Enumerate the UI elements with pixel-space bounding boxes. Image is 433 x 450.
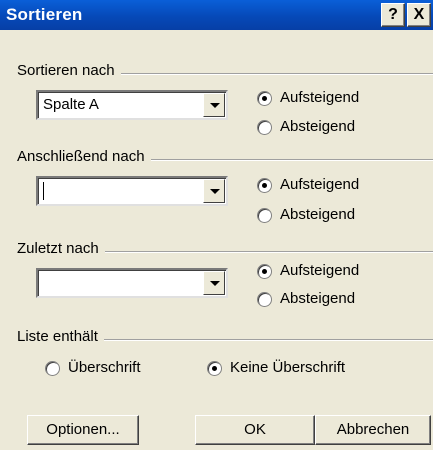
group-label-then-by: Anschließend nach (17, 148, 151, 165)
radio-unchecked-icon (257, 120, 272, 135)
ok-button[interactable]: OK (195, 415, 315, 445)
then-by-descending-label: Absteigend (280, 206, 356, 223)
radio-checked-icon (257, 178, 272, 193)
finally-by-ascending-label: Aufsteigend (280, 262, 360, 279)
no-header-label: Keine Überschrift (230, 359, 346, 376)
sort-by-field-select[interactable]: Spalte A (36, 90, 228, 120)
radio-checked-icon (257, 91, 272, 106)
group-label-sort-by: Sortieren nach (17, 62, 121, 79)
then-by-dropdown-arrow-icon[interactable] (203, 179, 225, 203)
radio-unchecked-icon (257, 292, 272, 307)
close-button[interactable]: X (407, 3, 431, 27)
with-header-label: Überschrift (68, 359, 141, 376)
options-button[interactable]: Optionen... (27, 415, 139, 445)
cancel-button[interactable]: Abbrechen (315, 415, 431, 445)
then-by-field-select[interactable] (36, 176, 228, 206)
finally-by-descending-label: Absteigend (280, 290, 356, 307)
then-by-ascending-label: Aufsteigend (280, 176, 360, 193)
radio-unchecked-icon (257, 208, 272, 223)
group-label-finally-by: Zuletzt nach (17, 240, 105, 257)
finally-by-field-select[interactable] (36, 268, 228, 298)
title-bar: Sortieren ? X (0, 0, 433, 30)
window-title: Sortieren (6, 5, 83, 24)
sort-by-ascending-label: Aufsteigend (280, 89, 360, 106)
sort-by-dropdown-arrow-icon[interactable] (203, 93, 225, 117)
sort-by-descending-label: Absteigend (280, 118, 356, 135)
text-cursor (43, 182, 44, 200)
sort-by-field-value: Spalte A (43, 96, 99, 113)
radio-unchecked-icon (45, 361, 60, 376)
finally-by-dropdown-arrow-icon[interactable] (203, 271, 225, 295)
radio-checked-icon (207, 361, 222, 376)
help-button[interactable]: ? (381, 3, 405, 27)
radio-checked-icon (257, 264, 272, 279)
group-label-header-row: Liste enthält (17, 328, 104, 345)
